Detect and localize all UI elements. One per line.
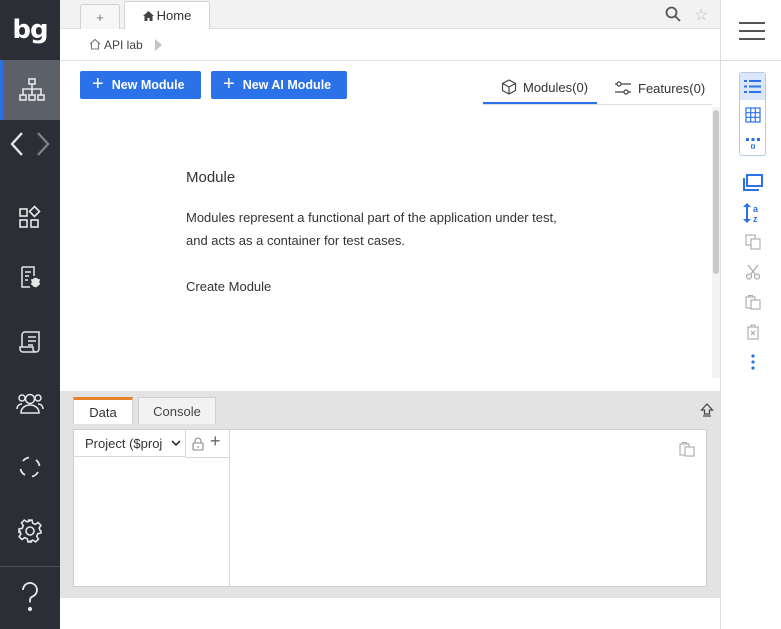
widgets-icon xyxy=(19,205,41,228)
cycle-icon xyxy=(19,456,41,478)
sidebar-item-help[interactable] xyxy=(0,578,60,616)
window-button[interactable] xyxy=(739,170,766,194)
clipboard-icon xyxy=(744,294,761,310)
view-mode-group xyxy=(739,72,766,156)
new-module-label: New Module xyxy=(111,78,185,92)
copy-icon xyxy=(744,234,761,250)
create-module-link[interactable]: Create Module xyxy=(186,279,271,294)
sidebar-item-scripts[interactable] xyxy=(0,325,60,359)
scissors-icon xyxy=(745,264,760,280)
delete-button[interactable] xyxy=(739,320,766,344)
data-panel-body: Project ($proj + xyxy=(73,429,707,587)
paste-icon[interactable] xyxy=(679,441,695,457)
new-ai-module-button[interactable]: + New AI Module xyxy=(211,71,347,99)
cube-icon xyxy=(501,79,517,95)
chevron-right-icon[interactable] xyxy=(33,130,53,158)
tab-data[interactable]: Data xyxy=(73,397,133,424)
tab-strip: + Home ☆ xyxy=(60,0,720,30)
tab-modules-label: Modules(0) xyxy=(523,79,589,95)
sort-button[interactable]: az xyxy=(739,201,766,225)
cut-button[interactable] xyxy=(739,260,766,284)
bug-report-icon xyxy=(21,266,40,288)
gear-icon xyxy=(18,519,42,543)
lock-icon[interactable] xyxy=(192,437,204,451)
home-outline-icon[interactable] xyxy=(89,38,101,50)
app-window: bg + Home ☆ API lab + New Module + New A… xyxy=(0,0,781,629)
sidebar-item-widgets[interactable] xyxy=(0,200,60,234)
tab-home-label: Home xyxy=(156,8,192,23)
users-icon xyxy=(16,393,44,414)
tab-console[interactable]: Console xyxy=(138,397,216,424)
project-select[interactable]: Project ($proj xyxy=(74,430,186,457)
home-icon xyxy=(142,10,154,21)
sort-az-icon: az xyxy=(742,203,759,224)
sidebar-item-users[interactable] xyxy=(0,386,60,420)
help-icon xyxy=(22,582,38,612)
empty-state-description-line1: Modules represent a functional part of t… xyxy=(186,210,557,225)
svg-text:a: a xyxy=(753,204,759,214)
menu-icon[interactable] xyxy=(739,22,765,42)
chevron-left-icon[interactable] xyxy=(7,130,27,158)
list-view-icon xyxy=(744,80,761,93)
tree-view-icon xyxy=(745,137,760,148)
trash-icon xyxy=(746,324,759,340)
project-select-value: Project ($proj xyxy=(85,435,163,451)
content-scrollbar-thumb[interactable] xyxy=(713,110,719,274)
empty-state-description-line2: and acts as a container for test cases. xyxy=(186,233,405,248)
bottom-panel: Data Console Project ($proj + xyxy=(60,391,720,598)
list-view-button[interactable] xyxy=(740,73,765,100)
divider xyxy=(186,457,230,458)
expand-panel-icon[interactable] xyxy=(700,403,714,417)
left-sidebar: bg xyxy=(0,0,60,629)
grid-view-button[interactable] xyxy=(740,101,765,128)
grid-view-icon xyxy=(744,106,761,123)
tree-view-button[interactable] xyxy=(740,129,765,156)
star-icon[interactable]: ☆ xyxy=(694,5,708,25)
copy-button[interactable] xyxy=(739,230,766,254)
search-icon[interactable] xyxy=(665,6,681,22)
empty-state-title: Module xyxy=(186,169,236,186)
sidebar-divider xyxy=(0,566,60,567)
sliders-icon xyxy=(615,81,631,95)
add-tab-button[interactable]: + xyxy=(80,4,120,29)
sitemap-icon xyxy=(18,78,45,101)
svg-text:z: z xyxy=(753,214,758,224)
plus-icon: + xyxy=(223,73,235,95)
footer-area xyxy=(60,598,720,629)
paste-button[interactable] xyxy=(739,290,766,314)
breadcrumb-arrow-icon xyxy=(155,39,162,51)
breadcrumb: API lab xyxy=(60,29,720,61)
tab-features[interactable]: Features(0) xyxy=(614,72,712,104)
plus-icon: + xyxy=(92,73,104,95)
scroll-icon xyxy=(19,331,40,353)
parameter-list: Project ($proj + xyxy=(74,430,230,586)
new-module-button[interactable]: + New Module xyxy=(80,71,201,99)
tab-modules[interactable]: Modules(0) xyxy=(483,72,597,104)
more-options-button[interactable] xyxy=(739,350,766,374)
breadcrumb-project[interactable]: API lab xyxy=(104,38,143,52)
toolbar-divider xyxy=(721,60,781,61)
sidebar-item-modules[interactable] xyxy=(0,60,60,120)
sidebar-item-cycles[interactable] xyxy=(0,450,60,484)
tab-features-label: Features(0) xyxy=(638,80,706,96)
app-logo[interactable]: bg xyxy=(0,0,60,60)
add-parameter-icon[interactable]: + xyxy=(210,431,221,452)
tab-home[interactable]: Home xyxy=(124,1,210,30)
new-ai-module-label: New AI Module xyxy=(242,78,332,92)
chevron-down-icon xyxy=(171,440,181,447)
sidebar-item-defects[interactable] xyxy=(0,260,60,294)
sidebar-item-settings[interactable] xyxy=(0,513,60,549)
sidebar-item-navigate[interactable] xyxy=(0,128,60,160)
more-vertical-icon xyxy=(750,354,755,370)
window-icon xyxy=(742,173,763,191)
right-toolbar: az xyxy=(720,0,781,629)
